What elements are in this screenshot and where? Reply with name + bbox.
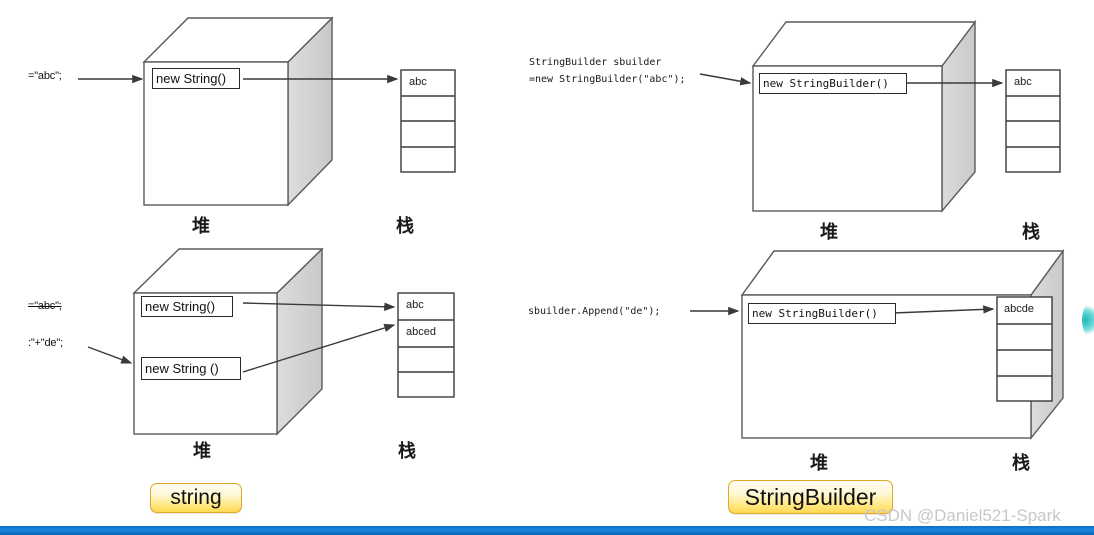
heap-caption-1: 堆 — [192, 216, 210, 237]
heap-caption-3: 堆 — [820, 222, 838, 243]
teal-edge-artifact — [1082, 303, 1094, 337]
code-label-stringbuilder-append: sbuilder.Append("de"); — [528, 306, 661, 317]
code-label-string-concat-old: ="abc"; — [28, 300, 62, 312]
bottom-accent-bar — [0, 526, 1094, 535]
diagram-canvas: ="abc"; new String() 堆 栈 abc ="abc"; :"+… — [0, 0, 1094, 535]
heap-cube-string-initial — [142, 16, 334, 207]
csdn-watermark: CSDN @Daniel521-Spark — [864, 506, 1061, 525]
code-label-string-concat-new: :"+"de"; — [28, 337, 63, 349]
heap-cube-stringbuilder-initial — [751, 19, 977, 213]
heap-cube-string-concat — [132, 247, 324, 436]
stack-cell-3-1: abc — [1014, 76, 1032, 88]
stack-caption-4: 栈 — [1012, 453, 1030, 474]
heap-caption-2: 堆 — [193, 441, 211, 462]
stack-cell-2-2: abced — [406, 326, 436, 338]
badge-string[interactable]: string — [150, 483, 242, 513]
arrow-code-to-heap-2 — [87, 346, 133, 364]
heap-object-new-string-2a: new String() — [141, 296, 233, 317]
stack-cell-2-1: abc — [406, 299, 424, 311]
heap-object-new-string-1: new String() — [152, 68, 240, 89]
code-label-string-initial: ="abc"; — [28, 70, 62, 82]
stack-caption-3: 栈 — [1022, 222, 1040, 243]
heap-object-new-string-2b: new String () — [141, 357, 241, 380]
stack-caption-2: 栈 — [398, 441, 416, 462]
heap-caption-4: 堆 — [810, 453, 828, 474]
stack-cell-1-1: abc — [409, 76, 427, 88]
code-label-stringbuilder-decl: StringBuilder sbuilder — [529, 57, 662, 68]
code-label-stringbuilder-init: =new StringBuilder("abc"); — [529, 74, 686, 85]
stack-caption-1: 栈 — [396, 216, 414, 237]
heap-object-new-stringbuilder-4: new StringBuilder() — [748, 303, 896, 324]
arrow-code-to-heap-3 — [699, 73, 752, 86]
stack-cell-4-1: abcde — [1004, 303, 1034, 315]
heap-object-new-stringbuilder-3: new StringBuilder() — [759, 73, 907, 94]
